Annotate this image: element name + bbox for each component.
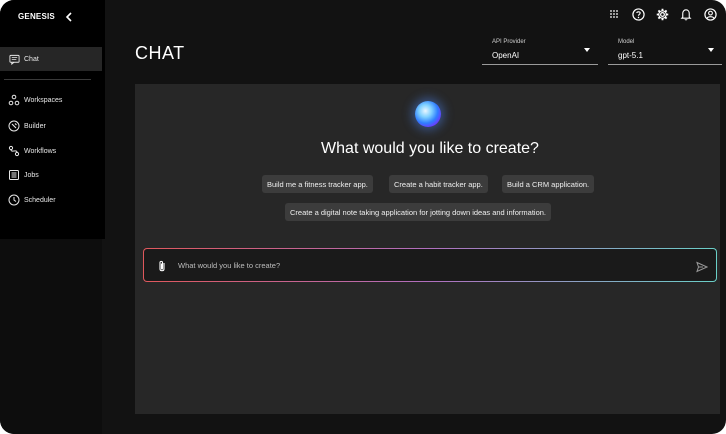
sidebar-divider [4, 79, 91, 80]
headline: What would you like to create? [321, 140, 539, 157]
jobs-icon [8, 169, 20, 181]
sidebar-item-label: Workflows [24, 147, 57, 155]
prompt-input[interactable] [178, 258, 678, 272]
suggestion-chip[interactable]: Build a CRM application. [502, 175, 595, 193]
settings-icon[interactable] [654, 6, 670, 22]
api-provider-select[interactable]: API Provider OpenAI [482, 37, 598, 65]
sidebar-item-workspaces[interactable]: Workspaces [0, 88, 102, 112]
api-provider-value: OpenAI [492, 51, 520, 60]
notifications-icon[interactable] [678, 6, 694, 22]
chat-panel: What would you like to create? Build me … [135, 84, 720, 414]
sidebar: GENESIS Chat Workspaces Builder Workflow… [0, 0, 105, 239]
builder-icon [8, 120, 20, 132]
chevron-down-icon [708, 48, 714, 52]
sidebar-item-label: Workspaces [24, 96, 63, 104]
chat-icon [8, 53, 20, 65]
collapse-sidebar-chevron-icon[interactable] [64, 10, 74, 22]
composer [143, 248, 717, 282]
sidebar-item-label: Scheduler [24, 196, 56, 204]
sidebar-item-label: Jobs [24, 171, 39, 179]
model-label: Model [618, 39, 635, 45]
suggestion-chip[interactable]: Create a habit tracker app. [389, 175, 488, 193]
assistant-orb-icon [415, 101, 441, 127]
suggestion-chip[interactable]: Create a digital note taking application… [285, 203, 551, 221]
sidebar-rail [0, 239, 102, 434]
sidebar-item-workflows[interactable]: Workflows [0, 139, 102, 163]
brand-logo: GENESIS [18, 12, 55, 21]
workspaces-icon [8, 94, 20, 106]
suggestion-chip[interactable]: Build me a fitness tracker app. [262, 175, 373, 193]
chevron-down-icon [584, 48, 590, 52]
model-value: gpt-5.1 [618, 51, 643, 60]
composer-inner [144, 249, 716, 281]
workflows-icon [8, 145, 20, 157]
help-icon[interactable] [630, 6, 646, 22]
apps-grid-icon[interactable] [606, 6, 622, 22]
topbar-icons [606, 6, 718, 22]
app-window: GENESIS Chat Workspaces Builder Workflow… [0, 0, 726, 434]
api-provider-label: API Provider [492, 39, 526, 45]
scheduler-icon [8, 194, 20, 206]
account-icon[interactable] [702, 6, 718, 22]
attach-paperclip-icon[interactable] [156, 259, 168, 273]
sidebar-item-label: Builder [24, 122, 46, 130]
sidebar-item-jobs[interactable]: Jobs [0, 163, 102, 187]
sidebar-item-scheduler[interactable]: Scheduler [0, 188, 102, 212]
model-select[interactable]: Model gpt-5.1 [608, 37, 722, 65]
sidebar-item-chat[interactable]: Chat [0, 47, 102, 71]
sidebar-item-label: Chat [24, 55, 39, 63]
page-title: CHAT [135, 43, 185, 63]
sidebar-item-builder[interactable]: Builder [0, 114, 102, 138]
send-icon[interactable] [696, 260, 709, 273]
